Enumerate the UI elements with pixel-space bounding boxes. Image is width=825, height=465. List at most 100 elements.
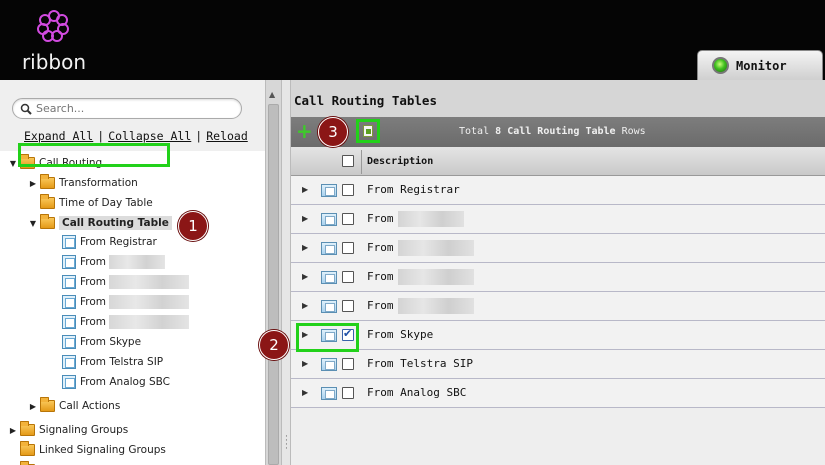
expand-arrow-icon[interactable]: ▼ (28, 219, 38, 228)
tree-node-crt-item[interactable]: From (62, 293, 190, 311)
tree-node-call-routing-table[interactable]: ▼ Call Routing Table (28, 214, 172, 232)
tree-node-crt-item[interactable]: From (62, 253, 166, 271)
row-description: From (367, 270, 394, 283)
table-row[interactable]: ▶ From Registrar (291, 176, 825, 205)
select-all-checkbox[interactable] (342, 155, 354, 167)
table-row[interactable]: ▶ From (291, 263, 825, 292)
row-checkbox[interactable] (342, 300, 354, 312)
row-total-text: Total 8 Call Routing Table Rows (459, 126, 646, 137)
column-header-description[interactable]: Description (367, 156, 433, 167)
copy-button[interactable] (356, 119, 380, 143)
search-icon (20, 103, 32, 115)
tree-node-label: From (80, 256, 107, 268)
scroll-up-icon[interactable]: ▲ (269, 90, 275, 99)
tree-node-linked-signaling-groups[interactable]: Linked Signaling Groups (18, 441, 166, 459)
tree-node-label: Call Actions (59, 400, 121, 412)
tree-link-bar: Expand All | Collapse All | Reload (24, 129, 248, 143)
table-icon (62, 315, 76, 329)
content-panel: Call Routing Tables + Total 8 Call Routi… (291, 80, 825, 465)
table-icon (62, 355, 76, 369)
row-checkbox[interactable] (342, 358, 354, 370)
annotation-badge-1: 1 (178, 211, 208, 241)
row-expand-icon[interactable]: ▶ (302, 185, 308, 194)
table-icon (321, 358, 337, 371)
reload-link[interactable]: Reload (206, 129, 248, 143)
row-checkbox[interactable] (342, 184, 354, 196)
folder-icon (20, 441, 35, 456)
grid-toolbar: + Total 8 Call Routing Table Rows (291, 117, 825, 147)
scrollbar-thumb[interactable] (268, 104, 279, 465)
table-icon (62, 335, 76, 349)
redacted-text (398, 240, 474, 256)
collapse-arrow-icon[interactable]: ▶ (28, 402, 38, 411)
tree-node-label: From (80, 316, 107, 328)
expand-arrow-icon[interactable]: ▼ (8, 159, 18, 168)
table-row[interactable]: ▶ From Analog SBC (291, 379, 825, 408)
tree-node-time-of-day-table[interactable]: Time of Day Table (38, 194, 153, 212)
row-checkbox[interactable] (342, 387, 354, 399)
splitter-grip-icon[interactable]: · · · · (285, 433, 288, 454)
tree-node-crt-item[interactable]: From (62, 313, 190, 331)
folder-icon (40, 397, 55, 412)
monitor-tab[interactable]: Monitor (697, 50, 823, 80)
tree-node-crt-item[interactable]: From Registrar (62, 233, 157, 251)
search-input[interactable] (36, 102, 226, 115)
link-separator: | (97, 129, 105, 143)
redacted-text (398, 298, 474, 314)
row-description: From (367, 299, 394, 312)
tree-controls: Expand All|Collapse All|Reload (0, 80, 265, 151)
table-row[interactable]: ▶ From (291, 234, 825, 263)
folder-icon (40, 194, 55, 209)
tree-node-transformation[interactable]: ▶ Transformation (28, 174, 138, 192)
tree-node-crt-item[interactable]: From Skype (62, 333, 141, 351)
tree-node-call-actions[interactable]: ▶ Call Actions (28, 397, 120, 415)
tree-node-crt-item[interactable]: From (62, 273, 190, 291)
table-icon (321, 271, 337, 284)
table-icon (62, 255, 76, 269)
total-suffix: Rows (621, 126, 646, 137)
table-row[interactable]: ▶ From Skype (291, 321, 825, 350)
row-checkbox[interactable] (342, 242, 354, 254)
tree-node-partial (18, 461, 39, 465)
row-checkbox[interactable] (342, 271, 354, 283)
tree-node-crt-item[interactable]: From Analog SBC (62, 373, 170, 391)
column-divider (361, 150, 362, 174)
row-expand-icon[interactable]: ▶ (302, 243, 308, 252)
folder-icon (40, 214, 55, 229)
table-row[interactable]: ▶ From (291, 205, 825, 234)
status-led-icon (712, 57, 729, 74)
collapse-all-link[interactable]: Collapse All (108, 129, 191, 143)
total-prefix: Total (459, 126, 490, 137)
tree-node-crt-item[interactable]: From Telstra SIP (62, 353, 163, 371)
page-title: Call Routing Tables (294, 93, 437, 108)
add-button[interactable]: + (296, 121, 313, 141)
annotation-badge-2: 2 (259, 330, 289, 360)
tree-node-label: From Skype (80, 336, 142, 348)
folder-icon (40, 174, 55, 189)
row-expand-icon[interactable]: ▶ (302, 359, 308, 368)
collapse-arrow-icon[interactable]: ▶ (28, 179, 38, 188)
row-expand-icon[interactable]: ▶ (302, 214, 308, 223)
row-expand-icon[interactable]: ▶ (302, 388, 308, 397)
tree-node-signaling-groups[interactable]: ▶ Signaling Groups (8, 421, 128, 439)
annotation-highlight-row (296, 323, 359, 352)
table-row[interactable]: ▶ From (291, 292, 825, 321)
tree-scrollbar[interactable]: ▲ (265, 80, 281, 465)
search-box[interactable] (12, 98, 242, 119)
tree-node-label: Transformation (59, 177, 138, 189)
row-expand-icon[interactable]: ▶ (302, 272, 308, 281)
tree-node-label: From Telstra SIP (80, 356, 164, 368)
table-row[interactable]: ▶ From Telstra SIP (291, 350, 825, 379)
redacted-text (109, 315, 190, 329)
table-icon (321, 242, 337, 255)
expand-all-link[interactable]: Expand All (24, 129, 93, 143)
panel-splitter[interactable]: · · · · (281, 80, 291, 465)
collapse-arrow-icon[interactable]: ▶ (8, 426, 18, 435)
row-checkbox[interactable] (342, 213, 354, 225)
tree-node-label: Call Routing Table (59, 216, 172, 230)
table-icon (62, 275, 76, 289)
tree-node-label: From (80, 276, 107, 288)
copy-icon (363, 125, 373, 137)
navigation-tree: ▼ Call Routing ▶ Transformation Time of … (0, 151, 265, 465)
row-expand-icon[interactable]: ▶ (302, 301, 308, 310)
